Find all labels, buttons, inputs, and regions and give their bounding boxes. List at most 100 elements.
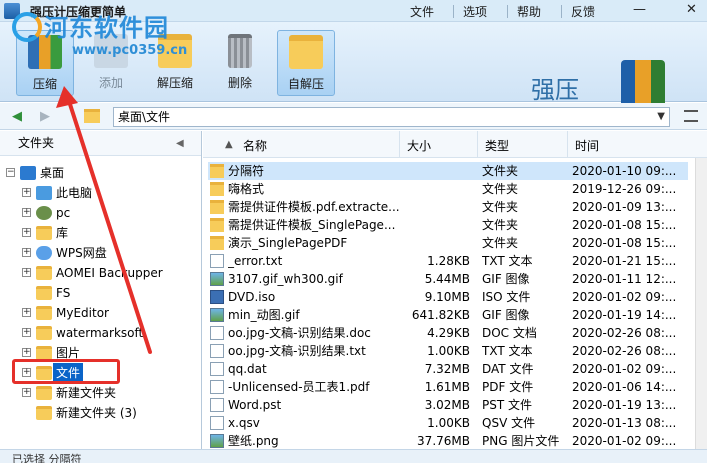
- trash-icon: [228, 34, 252, 68]
- file-list-header: ▲ 名称 大小 类型 时间: [203, 131, 707, 158]
- vertical-scrollbar[interactable]: [695, 158, 707, 449]
- address-bar: ◀ ▶ 桌面\文件 ▼: [0, 103, 707, 130]
- folder-icon: [210, 236, 224, 250]
- menu-options[interactable]: 选项: [463, 3, 487, 20]
- folder-icon: [210, 218, 224, 232]
- pin-icon[interactable]: ◀: [176, 138, 184, 149]
- file-row[interactable]: DVD.iso 9.10MB ISO 文件 2020-01-02 09:...: [208, 288, 688, 306]
- text-file-icon: [210, 254, 224, 268]
- user-icon: [36, 206, 52, 220]
- file-icon: [210, 398, 224, 412]
- status-bar: 已选择 分隔符: [0, 449, 707, 463]
- menu-divider: [561, 5, 562, 18]
- menu-file[interactable]: 文件: [410, 3, 434, 20]
- column-divider[interactable]: [399, 131, 400, 158]
- desktop-icon: [20, 166, 36, 180]
- library-icon: [36, 226, 52, 240]
- file-row[interactable]: 分隔符 文件夹 2020-01-10 09:...: [208, 162, 688, 180]
- status-text: 已选择 分隔符: [12, 453, 82, 463]
- file-row[interactable]: 需提供证件模板.pdf.extracte... 文件夹 2020-01-09 1…: [208, 198, 688, 216]
- column-type[interactable]: 类型: [485, 137, 509, 154]
- folder-icon: [36, 306, 52, 320]
- file-row[interactable]: _error.txt 1.28KB TXT 文本 2020-01-21 15:.…: [208, 252, 688, 270]
- file-row[interactable]: oo.jpg-文稿-识别结果.doc 4.29KB DOC 文档 2020-02…: [208, 324, 688, 342]
- file-row[interactable]: qq.dat 7.32MB DAT 文件 2020-01-02 09:...: [208, 360, 688, 378]
- up-folder-icon[interactable]: [84, 109, 100, 123]
- delete-label: 删除: [227, 76, 252, 90]
- expand-icon[interactable]: +: [22, 208, 31, 217]
- file-row[interactable]: -Unlicensed-员工表1.pdf 1.61MB PDF 文件 2020-…: [208, 378, 688, 396]
- self-extract-button[interactable]: 自解压: [277, 30, 335, 96]
- column-time[interactable]: 时间: [575, 137, 599, 154]
- expand-icon[interactable]: +: [22, 248, 31, 257]
- menu-divider: [453, 5, 454, 18]
- minimize-button[interactable]: —: [633, 2, 646, 17]
- self-extract-label: 自解压: [287, 77, 324, 91]
- expand-icon[interactable]: +: [22, 328, 31, 337]
- column-divider[interactable]: [567, 131, 568, 158]
- file-icon: [210, 416, 224, 430]
- add-label: 添加: [98, 76, 123, 90]
- self-extract-icon: [289, 35, 323, 69]
- text-file-icon: [210, 344, 224, 358]
- expand-icon[interactable]: +: [22, 228, 31, 237]
- compress-label: 压缩: [32, 77, 57, 91]
- file-row[interactable]: 演示_SinglePagePDF 文件夹 2020-01-08 15:...: [208, 234, 688, 252]
- forward-arrow-icon[interactable]: ▶: [40, 109, 50, 124]
- column-name[interactable]: 名称: [243, 137, 267, 154]
- folder-icon: [36, 286, 52, 300]
- delete-button[interactable]: 删除: [211, 30, 269, 96]
- disc-image-icon: [210, 290, 224, 304]
- back-arrow-icon[interactable]: ◀: [12, 109, 22, 124]
- path-input[interactable]: 桌面\文件 ▼: [113, 107, 670, 127]
- path-text: 桌面\文件: [118, 110, 171, 124]
- brand-name: 强压: [531, 76, 579, 104]
- file-row[interactable]: min_动图.gif 641.82KB GIF 图像 2020-01-19 14…: [208, 306, 688, 324]
- computer-icon: [36, 186, 52, 200]
- close-button[interactable]: ✕: [686, 2, 697, 17]
- folder-icon: [210, 164, 224, 178]
- extract-label: 解压缩: [156, 76, 193, 90]
- expand-icon[interactable]: +: [22, 268, 31, 277]
- folder-icon: [210, 200, 224, 214]
- watermark-text: 河东软件园: [44, 14, 169, 42]
- folder-icon: [36, 406, 52, 420]
- image-file-icon: [210, 272, 224, 286]
- image-file-icon: [210, 308, 224, 322]
- file-row[interactable]: x.qsv 1.00KB QSV 文件 2020-01-13 08:...: [208, 414, 688, 432]
- file-row[interactable]: 嗨格式 文件夹 2019-12-26 09:...: [208, 180, 688, 198]
- document-file-icon: [210, 326, 224, 340]
- file-list: ▲ 名称 大小 类型 时间 分隔符 文件夹 2020-01-10 09:... …: [203, 131, 707, 449]
- menu-help[interactable]: 帮助: [517, 3, 541, 20]
- watermark-logo: [12, 12, 42, 42]
- expand-icon[interactable]: +: [22, 308, 31, 317]
- image-file-icon: [210, 434, 224, 448]
- column-size[interactable]: 大小: [407, 137, 431, 154]
- expand-icon[interactable]: +: [22, 188, 31, 197]
- watermark-url: www.pc0359.cn: [72, 43, 188, 58]
- folder-icon: [210, 182, 224, 196]
- file-icon: [210, 362, 224, 376]
- collapse-icon[interactable]: −: [6, 168, 15, 177]
- expand-icon[interactable]: +: [22, 388, 31, 397]
- expand-icon[interactable]: +: [22, 348, 31, 357]
- file-row[interactable]: 需提供证件模板_SinglePage... 文件夹 2020-01-08 15:…: [208, 216, 688, 234]
- folder-icon: [36, 326, 52, 340]
- highlight-box: [12, 359, 120, 384]
- pdf-file-icon: [210, 380, 224, 394]
- menu-feedback[interactable]: 反馈: [571, 3, 595, 20]
- folder-icon: [36, 386, 52, 400]
- folder-icon: [36, 266, 52, 280]
- folder-icon: [36, 346, 52, 360]
- file-row[interactable]: 壁纸.png 37.76MB PNG 图片文件 2020-01-02 09:..…: [208, 432, 688, 450]
- file-row[interactable]: Word.pst 3.02MB PST 文件 2020-01-19 13:...: [208, 396, 688, 414]
- app-window: 强压计压缩更简单 文件 选项 帮助 反馈 — ✕ 压缩 添加 解压缩 删除 自解…: [0, 0, 707, 463]
- cloud-icon: [36, 246, 52, 260]
- file-row[interactable]: oo.jpg-文稿-识别结果.txt 1.00KB TXT 文本 2020-02…: [208, 342, 688, 360]
- chevron-down-icon[interactable]: ▼: [657, 109, 665, 125]
- folder-tree-header: 文件夹: [0, 131, 201, 156]
- column-divider[interactable]: [477, 131, 478, 158]
- file-row[interactable]: 3107.gif_wh300.gif 5.44MB GIF 图像 2020-01…: [208, 270, 688, 288]
- view-mode-icon[interactable]: [684, 110, 698, 122]
- sort-up-icon: ▲: [225, 139, 233, 150]
